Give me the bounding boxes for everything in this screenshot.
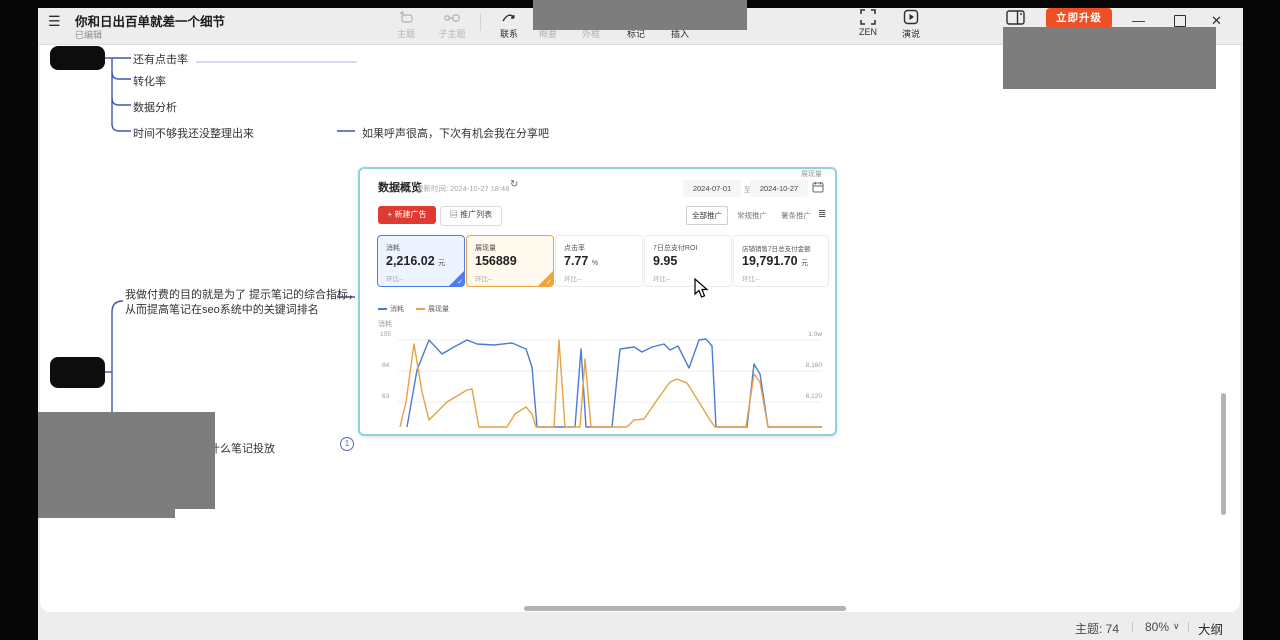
date-from-field[interactable]: 2024-07-01 xyxy=(683,180,741,197)
update-time: 更新时间: 2024-10-27 18:48 xyxy=(416,183,509,194)
horizontal-scrollbar[interactable] xyxy=(524,606,846,611)
trend-chart xyxy=(360,327,835,434)
card-label: 展现量 xyxy=(475,243,496,253)
check-icon: ✓ xyxy=(546,278,552,286)
topic-count: 主题: 74 xyxy=(1075,620,1119,637)
promo-list-label: 推广列表 xyxy=(460,210,492,219)
app-window: ☰ 你和日出百单就差一个细节 已编辑 主题 子主题 联系 概要 外框 标记 插入 xyxy=(0,0,1280,640)
tool-present-label: 演说 xyxy=(888,27,934,40)
metric-card-ctr[interactable]: 点击率 7.77 % 环比-- xyxy=(555,235,643,287)
chart-line-展现量 xyxy=(400,340,822,427)
card-unit: 元 xyxy=(438,260,445,267)
redaction-box-bottomleft-2 xyxy=(38,509,175,518)
chevron-down-icon[interactable]: ∨ xyxy=(1173,621,1180,632)
right-axis-title: 展现量 xyxy=(780,169,822,179)
date-to-field[interactable]: 2024-10-27 xyxy=(750,180,808,197)
card-compare: 环比-- xyxy=(742,273,759,283)
outline-button[interactable]: 大纲 xyxy=(1198,619,1223,638)
metric-card-roi[interactable]: 7日总支付ROI 9.95 环比-- xyxy=(644,235,732,287)
toolbar-divider xyxy=(480,13,481,31)
card-label: 点击率 xyxy=(564,243,585,253)
partial-topic-note-placement[interactable]: 什么笔记投放 xyxy=(209,440,275,456)
zen-icon xyxy=(845,9,891,25)
maximize-button[interactable] xyxy=(1174,15,1186,27)
metric-card-impressions[interactable]: 展现量 156889 环比-- ✓ xyxy=(466,235,554,287)
legend-impressions[interactable]: 展现量 xyxy=(416,304,449,314)
tool-topic[interactable]: 主题 xyxy=(383,9,429,40)
branch-click-rate[interactable]: 还有点击率 xyxy=(133,51,188,67)
tool-subtopic[interactable]: 子主题 xyxy=(429,9,475,40)
redacted-topic-node[interactable] xyxy=(50,357,105,388)
card-value: 7.77 % xyxy=(564,254,598,268)
tool-subtopic-label: 子主题 xyxy=(429,27,475,40)
card-value: 19,791.70 元 xyxy=(742,254,808,268)
tab-regular-promotion[interactable]: 常规推广 xyxy=(732,207,772,224)
menu-icon[interactable]: ☰ xyxy=(48,13,61,30)
branch-conversion[interactable]: 转化率 xyxy=(133,73,166,89)
legend-cost[interactable]: 消耗 xyxy=(378,304,404,314)
tool-zen-label: ZEN xyxy=(845,27,891,37)
card-label: 店铺销售7日总支付金额 xyxy=(742,243,811,253)
legend-dash-impressions xyxy=(416,308,425,310)
edit-status: 已编辑 xyxy=(75,28,102,41)
minimize-button[interactable]: — xyxy=(1132,13,1145,28)
topic-icon xyxy=(383,9,429,25)
card-label: 消耗 xyxy=(386,243,400,253)
topic-count-badge[interactable]: 1 xyxy=(340,437,354,451)
vertical-scrollbar[interactable] xyxy=(1221,393,1226,515)
note-line-1[interactable]: 我做付费的目的就是为了 提示笔记的综合指标， xyxy=(125,286,359,302)
refresh-icon[interactable]: ↻ xyxy=(510,179,518,190)
card-value: 2,216.02 元 xyxy=(386,254,445,268)
note-line-2[interactable]: 从而提高笔记在seo系统中的关键词排名 xyxy=(125,301,319,317)
branch-no-time[interactable]: 时间不够我还没整理出来 xyxy=(133,125,254,141)
zoom-level[interactable]: 80% xyxy=(1145,620,1169,634)
metric-card-store-sales[interactable]: 店铺销售7日总支付金额 19,791.70 元 环比-- xyxy=(733,235,829,287)
tab-all-promotion[interactable]: 全部推广 xyxy=(686,206,728,225)
present-icon xyxy=(888,9,934,25)
card-compare: 环比-- xyxy=(653,273,670,283)
branch-data-analysis[interactable]: 数据分析 xyxy=(133,99,177,115)
card-compare: 环比-- xyxy=(475,273,492,283)
upgrade-button[interactable]: 立即升级 xyxy=(1046,8,1112,29)
promo-list-button[interactable]: ▤ 推广列表 xyxy=(440,206,502,226)
tool-zen[interactable]: ZEN xyxy=(845,9,891,37)
promotion-tabs: 全部推广 常规推广 薯条推广 xyxy=(686,206,816,225)
card-compare: 环比-- xyxy=(386,273,403,283)
calendar-icon[interactable] xyxy=(812,180,824,198)
redaction-box-topright xyxy=(1003,27,1216,89)
list-view-icon[interactable]: ≣ xyxy=(818,209,826,220)
redaction-box-bottomleft xyxy=(38,412,215,509)
dashboard-image[interactable]: 数据概览 更新时间: 2024-10-27 18:48 ↻ 2024-07-01… xyxy=(358,167,837,436)
tool-topic-label: 主题 xyxy=(383,27,429,40)
grid-icon: ▤ xyxy=(450,210,458,219)
card-value: 9.95 xyxy=(653,254,677,268)
card-value: 156889 xyxy=(475,254,517,268)
new-ad-button[interactable]: + 新建广告 xyxy=(378,206,436,224)
statusbar-divider: | xyxy=(1187,621,1190,633)
chart-legend: 消耗 展现量 xyxy=(378,304,449,314)
card-compare: 环比-- xyxy=(564,273,581,283)
redacted-topic-node[interactable] xyxy=(50,46,105,70)
check-icon: ✓ xyxy=(457,278,463,286)
card-label: 7日总支付ROI xyxy=(653,243,697,253)
tab-fries-promotion[interactable]: 薯条推广 xyxy=(776,207,816,224)
tool-present[interactable]: 演说 xyxy=(888,9,934,40)
statusbar-divider: | xyxy=(1131,621,1134,633)
legend-dash-cost xyxy=(378,308,387,310)
card-unit: 元 xyxy=(801,260,808,267)
metric-card-cost[interactable]: 消耗 2,216.02 元 环比-- ✓ xyxy=(377,235,465,287)
card-unit: % xyxy=(592,260,598,267)
redaction-box-toolbar xyxy=(533,0,747,30)
callout-share-next-time[interactable]: 如果呼声很高，下次有机会我在分享吧 xyxy=(362,125,549,141)
subtopic-icon xyxy=(429,9,475,25)
